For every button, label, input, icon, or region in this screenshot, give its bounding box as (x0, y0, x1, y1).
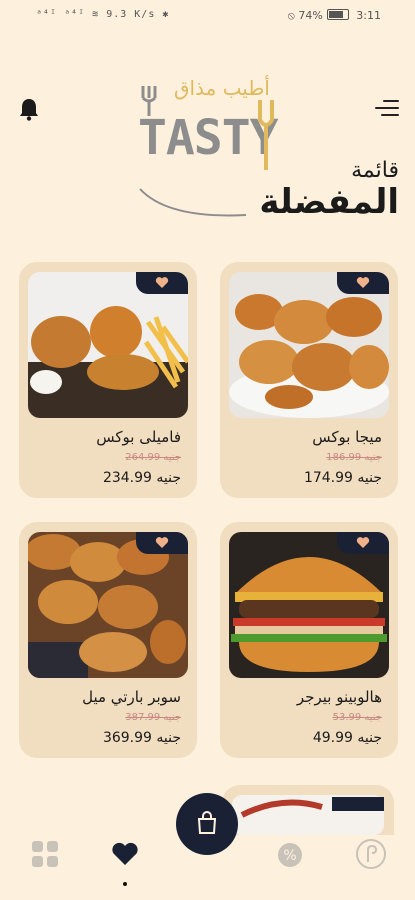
product-card-mega-box[interactable]: ميجا بوكس 186.99 جنيه 174.99 جنيه (220, 262, 398, 498)
cart-icon (197, 811, 217, 834)
product-old-price: 186.99 جنيه (326, 452, 382, 463)
product-old-price: 53.99 جنيه (332, 712, 382, 723)
menu-icon[interactable] (375, 100, 399, 118)
favorite-toggle[interactable] (337, 272, 389, 294)
favorite-toggle[interactable] (136, 272, 188, 294)
svg-text:%: % (283, 848, 296, 864)
product-card-family-box[interactable]: فاميلى بوكس 264.99 جنيه 234.99 جنيه (19, 262, 197, 498)
logo-arabic: أطيب مذاق (174, 76, 270, 100)
clock: 3:11 (356, 9, 381, 22)
product-price: 369.99 جنيه (102, 730, 181, 746)
logo-swoosh (139, 188, 247, 217)
signal-indicators: ᵃ⁴ᴵ ᵃ⁴ᴵ ≋ 9.3 K/s ✱ (36, 9, 170, 20)
status-right: ⦸ 74% 3:11 (288, 9, 381, 23)
cart-button[interactable] (176, 793, 238, 855)
currency-icon[interactable] (355, 838, 387, 870)
heart-icon (155, 537, 169, 548)
product-old-price: 264.99 جنيه (125, 452, 181, 463)
battery-icon (326, 9, 349, 20)
product-price: 234.99 جنيه (102, 470, 181, 486)
grid-icon[interactable] (31, 840, 59, 868)
product-price: 174.99 جنيه (303, 470, 382, 486)
status-bar: ᵃ⁴ᴵ ᵃ⁴ᴵ ≋ 9.3 K/s ✱ ⦸ 74% 3:11 (0, 0, 415, 32)
page-title-line2: المفضلة (259, 182, 399, 222)
heart-icon[interactable] (111, 842, 139, 866)
heart-icon (356, 537, 370, 548)
heart-icon (155, 277, 169, 288)
active-indicator (123, 882, 127, 886)
percent-icon[interactable]: % (277, 842, 303, 868)
product-name: فاميلى بوكس (96, 428, 181, 446)
logo-latin: TASTY (138, 110, 278, 166)
product-price: 49.99 جنيه (312, 730, 382, 746)
bell-icon[interactable] (18, 97, 40, 121)
favorite-toggle[interactable] (136, 532, 188, 554)
product-card-super-party-meal[interactable]: سوبر بارتي ميل 387.99 جنيه 369.99 جنيه (19, 522, 197, 758)
heart-icon (356, 277, 370, 288)
product-old-price: 387.99 جنيه (125, 712, 181, 723)
favorite-toggle[interactable] (337, 532, 389, 554)
product-card-jalapeno-burger[interactable]: هالوبينو بيرجر 53.99 جنيه 49.99 جنيه (220, 522, 398, 758)
product-name: ميجا بوكس (312, 428, 382, 446)
mute-icon: ⦸ (287, 9, 295, 22)
page-title: قائمة المفضلة (259, 158, 399, 221)
product-name: سوبر بارتي ميل (82, 688, 181, 706)
product-name: هالوبينو بيرجر (296, 688, 382, 706)
battery-level: 74% (298, 9, 323, 22)
page-title-line1: قائمة (351, 158, 399, 183)
